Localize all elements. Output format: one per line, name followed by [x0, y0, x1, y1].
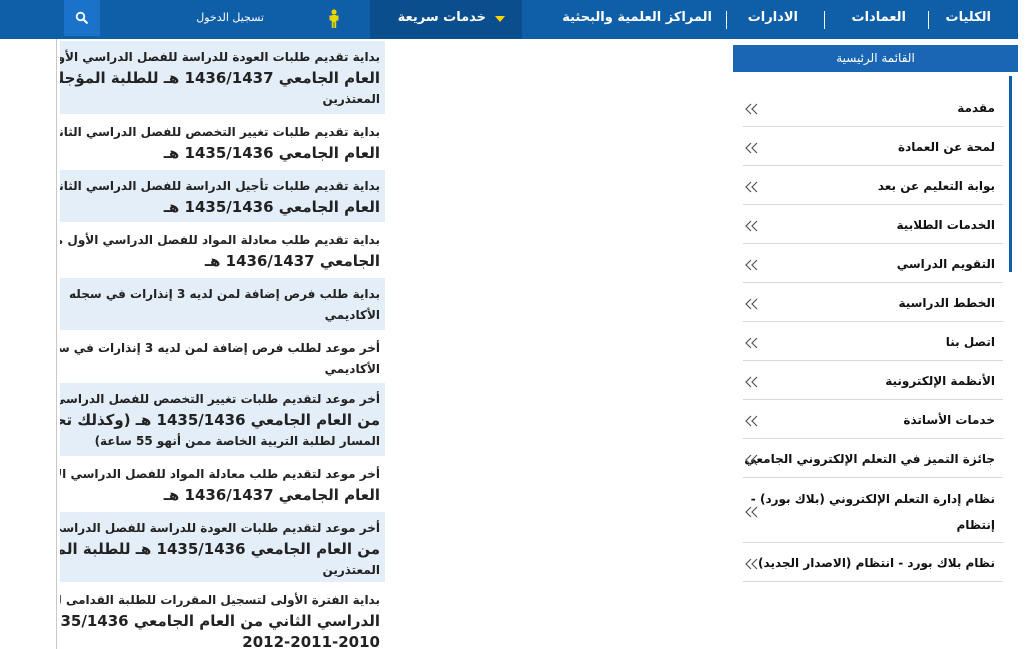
nav-divider [928, 11, 929, 29]
nav-research-centers[interactable]: المراكز العلمية والبحثية [562, 10, 712, 25]
nav-deanships[interactable]: العمادات [852, 10, 906, 25]
news-item[interactable]: أخر موعد لتقديم طلبات تغيير التخصص للفصل… [60, 383, 385, 456]
news-item[interactable]: أخر موعد لطلب فرص إضافة لمن لديه 3 إنذار… [60, 332, 385, 381]
menu-item-intro[interactable]: مقدمة [743, 88, 1003, 127]
menu-item-e-systems[interactable]: الأنظمة الإلكترونية [743, 361, 1003, 400]
menu-item-blackboard[interactable]: نظام إدارة التعلم الإلكتروني (بلاك بورد)… [743, 478, 1003, 543]
news-ticker: بداية تقديم طلبات العودة للدراسة للفصل ا… [56, 39, 385, 649]
double-chevron-left-icon [745, 220, 758, 232]
double-chevron-left-icon [745, 454, 758, 466]
search-button[interactable] [64, 0, 100, 36]
news-item[interactable]: بداية تقديم طلبات تأجيل الدراسة للفصل ال… [60, 170, 385, 222]
double-chevron-left-icon [745, 142, 758, 154]
double-chevron-left-icon [745, 298, 758, 310]
menu-item-calendar[interactable]: التقويم الدراسي [743, 244, 1003, 283]
news-item[interactable]: أخر موعد لتقديم طلبات العودة للدراسة للف… [60, 512, 385, 582]
quick-services-menu[interactable]: خدمات سريعة [370, 0, 522, 39]
user-icon [329, 9, 339, 28]
double-chevron-left-icon [745, 376, 758, 388]
double-chevron-left-icon [745, 337, 758, 349]
double-chevron-left-icon [745, 506, 758, 518]
double-chevron-left-icon [745, 181, 758, 193]
menu-item-student-services[interactable]: الخدمات الطلابية [743, 205, 1003, 244]
double-chevron-left-icon [745, 103, 758, 115]
menu-item-blackboard-new[interactable]: نظام بلاك بورد - انتظام (الاصدار الجديد) [743, 543, 1003, 582]
main-menu-title: القائمة الرئيسية [733, 45, 1018, 72]
top-nav-bar: تسجيل الدخول خدمات سريعة المراكز العلمية… [0, 0, 1018, 39]
quick-services-label: خدمات سريعة [397, 10, 486, 25]
nav-colleges[interactable]: الكليات [946, 10, 991, 25]
login-link[interactable]: تسجيل الدخول [100, 0, 370, 39]
menu-item-contact[interactable]: اتصل بنا [743, 322, 1003, 361]
login-label: تسجيل الدخول [196, 11, 264, 24]
double-chevron-left-icon [745, 558, 758, 570]
menu-item-distance-learning[interactable]: بوابة التعليم عن بعد [743, 166, 1003, 205]
nav-departments[interactable]: الادارات [748, 10, 798, 25]
caret-down-icon [495, 16, 505, 22]
double-chevron-left-icon [745, 259, 758, 271]
menu-item-about[interactable]: لمحة عن العمادة [743, 127, 1003, 166]
news-item[interactable]: بداية الفترة الأولى لتسجيل المقررات للطل… [60, 584, 385, 649]
nav-divider [824, 11, 825, 29]
news-item[interactable]: أخر موعد لتقديم طلب معادلة المواد للفصل … [60, 458, 385, 510]
news-item[interactable]: بداية تقديم طلب معادلة المواد للفصل الدر… [60, 224, 385, 276]
news-item[interactable]: بداية طلب فرص إضافة لمن لديه 3 إنذارات ف… [60, 278, 385, 330]
menu-item-faculty-services[interactable]: خدمات الأساتذة [743, 400, 1003, 439]
scrollbar[interactable] [1009, 76, 1012, 272]
menu-item-study-plans[interactable]: الخطط الدراسية [743, 283, 1003, 322]
menu-item-excellence-award[interactable]: جائزة التميز في التعلم الإلكتروني الجامع… [743, 439, 1003, 478]
news-item[interactable]: بداية تقديم طلبات تغيير التخصص للفصل الد… [60, 116, 385, 168]
news-item[interactable]: بداية تقديم طلبات العودة للدراسة للفصل ا… [60, 41, 385, 114]
nav-divider [726, 11, 727, 29]
search-icon [75, 11, 89, 25]
double-chevron-left-icon [745, 415, 758, 427]
